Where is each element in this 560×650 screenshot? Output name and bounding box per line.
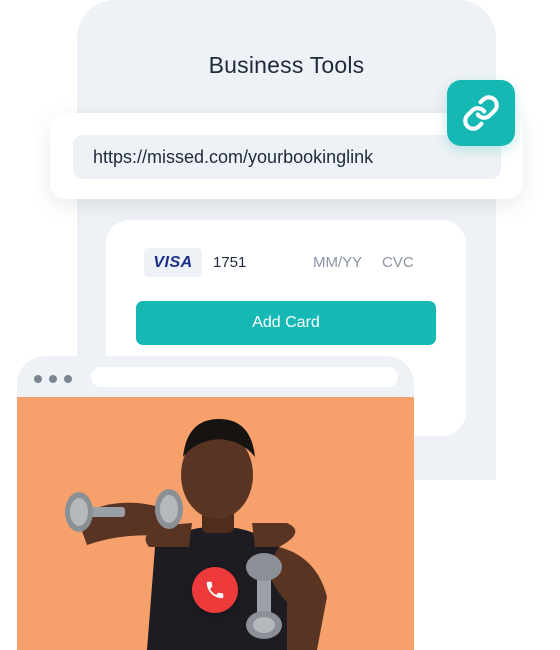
- end-call-button[interactable]: [192, 567, 238, 613]
- window-dot: [34, 375, 42, 383]
- phone-icon: [206, 581, 224, 599]
- video-call-window: [17, 356, 414, 650]
- window-controls: [34, 375, 72, 383]
- window-dot: [49, 375, 57, 383]
- visa-logo: VISA: [144, 248, 202, 277]
- add-card-button[interactable]: Add Card: [136, 301, 436, 345]
- link-icon: [463, 95, 499, 131]
- video-feed: [17, 397, 414, 650]
- booking-link-field[interactable]: https://missed.com/yourbookinglink: [73, 135, 501, 179]
- cvc-field[interactable]: CVC: [382, 254, 414, 271]
- copy-link-button[interactable]: [447, 80, 515, 146]
- expiry-field[interactable]: MM/YY: [313, 254, 362, 271]
- address-bar[interactable]: [91, 367, 398, 387]
- window-dot: [64, 375, 72, 383]
- page-title: Business Tools: [208, 52, 365, 78]
- card-number-field[interactable]: 1751: [213, 254, 246, 271]
